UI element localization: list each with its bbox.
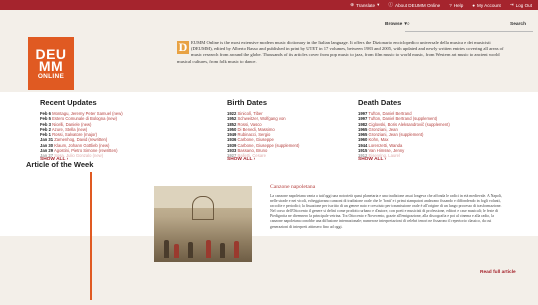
- list-item-date: Jan 31: [40, 137, 54, 143]
- list-item-date: 1965: [358, 126, 368, 132]
- chevron-down-icon: ▾: [377, 2, 380, 7]
- deumm-online-logo[interactable]: DEU MM ONLINE: [28, 37, 74, 90]
- list-item-link[interactable]: Ciglovski, Boris Aleksandrovič (suppleme…: [369, 122, 450, 127]
- list-item-date: Feb 2: [40, 126, 51, 132]
- account-link[interactable]: ● My Account: [472, 3, 501, 8]
- about-link[interactable]: ⓘ About DEUMM Online: [388, 2, 440, 8]
- list-item-date: 1952: [227, 116, 237, 122]
- article-of-week-title: Article of the Week: [26, 160, 94, 169]
- list-item-link[interactable]: Agostini, Pietro Simone (rewritten): [54, 148, 118, 153]
- list-item-date: 1997: [358, 116, 368, 122]
- birth-dates-title: Birth Dates: [227, 98, 268, 107]
- help-link[interactable]: ? Help: [449, 3, 463, 8]
- list-item-date: 1960: [358, 137, 368, 143]
- logout-icon: ⇥: [509, 2, 514, 7]
- list-item-date: Feb 3: [40, 121, 51, 127]
- list-item-date: Feb 6: [40, 111, 51, 116]
- list-item-date: 1936: [227, 137, 237, 143]
- browse-dropdown[interactable]: Browse ▾: [385, 22, 407, 27]
- search-input[interactable]: [414, 21, 504, 28]
- article-title[interactable]: Canzone napoletana: [270, 184, 315, 190]
- death-dates-title: Death Dates: [358, 98, 402, 107]
- list-item-link[interactable]: Rossi, Salvatore (major): [52, 132, 97, 137]
- list-item-date: Feb 1: [40, 132, 51, 138]
- death-dates-column: Death Dates 1997 Tufton, Daniel Bertrand…: [358, 98, 450, 159]
- list-item-link[interactable]: Sinicolí, Tiber: [238, 111, 263, 116]
- list-item-date: 1922: [227, 111, 237, 116]
- list-item-link[interactable]: Klaum, Johann Gottlieb (new): [54, 143, 109, 148]
- show-all-label: SHOW ALL: [227, 157, 253, 162]
- browse-label: Browse: [385, 22, 403, 27]
- article-accent-bar: [90, 172, 92, 300]
- logo-line-2: MM: [38, 57, 64, 74]
- list-item-date: 1997: [358, 111, 368, 116]
- recent-updates-title: Recent Updates: [40, 98, 97, 107]
- list-item-link[interactable]: Carbone, Giuseppe (supplement): [238, 143, 300, 148]
- list-item-date: 1982: [358, 121, 368, 127]
- list-item-link[interactable]: Estero Comunale di Bologna (new): [52, 116, 117, 121]
- translate-button[interactable]: ⊕ Translate ▾: [350, 2, 379, 8]
- info-icon: ⓘ: [388, 2, 394, 7]
- deaths-show-all-link[interactable]: SHOW ALL ›: [358, 157, 386, 162]
- user-icon: ●: [472, 2, 476, 8]
- list-item-date: 1944: [358, 142, 368, 148]
- logout-link[interactable]: ⇥ Log Out: [510, 2, 532, 8]
- article-illustration: [154, 186, 252, 262]
- about-label: About DEUMM Online: [395, 2, 441, 8]
- list-item-date: 1933: [227, 148, 237, 154]
- list-item-date: 1950: [227, 126, 237, 132]
- list-item-date: Jan 29: [40, 148, 54, 154]
- recent-updates-column: Recent Updates Feb 6 Montagu, Jeremy Pet…: [40, 98, 123, 159]
- list-item-date: 1852: [227, 121, 237, 127]
- list-item-link[interactable]: Tufton, Daniel Bertrand (supplement): [368, 116, 437, 121]
- list-item-link[interactable]: Montagu, Jeremy Peter Samuel (new): [52, 111, 123, 116]
- list-item-link[interactable]: Rossi, Vasco: [238, 122, 262, 127]
- list-item-date: 1939: [227, 142, 237, 148]
- top-utility-bar: ⊕ Translate ▾ ⓘ About DEUMM Online ? Help ● M…: [0, 0, 538, 10]
- list-item-link[interactable]: Tufton, Daniel Bertrand: [368, 111, 411, 116]
- list-item-link[interactable]: Schweitzer, Wolfgang von: [238, 116, 286, 121]
- intro-paragraph: D EUMM Online is the most extensive moder…: [177, 40, 507, 65]
- list-item-date: Jan 30: [40, 142, 54, 148]
- search-icon: ⌕: [407, 21, 410, 27]
- read-full-article-link[interactable]: Read full article: [480, 270, 516, 275]
- list-item-link[interactable]: Bassano, Bruno: [238, 148, 268, 153]
- globe-icon: ⊕: [350, 2, 355, 7]
- list-item-link[interactable]: Zamenhog, David (rewritten): [54, 137, 107, 142]
- help-icon: ?: [449, 2, 452, 8]
- logo-line-3: ONLINE: [37, 72, 65, 80]
- intro-text: EUMM Online is the most extensive modern…: [177, 40, 504, 64]
- article-excerpt: La canzone napoletana vanta a tutt'oggi …: [270, 194, 503, 229]
- list-item-link[interactable]: Azure, Stella (new): [52, 127, 87, 132]
- chevron-right-icon: ›: [384, 157, 387, 162]
- list-item-link[interactable]: Gronziani, Jean: [369, 127, 398, 132]
- chevron-right-icon: ›: [253, 157, 256, 162]
- list-item-link[interactable]: Rubinacci, Sergio: [238, 132, 271, 137]
- list-item-date: 1949: [227, 132, 237, 138]
- list-item-link[interactable]: Van Himsse, Jenny: [369, 148, 405, 153]
- list-item-link[interactable]: Di Benedi, Massimo: [238, 127, 275, 132]
- intro-dropcap: D: [177, 40, 189, 54]
- births-show-all-link[interactable]: SHOW ALL ›: [227, 157, 255, 162]
- list-item-link[interactable]: Carbone, Giuseppe: [238, 137, 274, 142]
- birth-dates-column: Birth Dates 1922 Sinicolí, Tiber 1952 Sch…: [227, 98, 299, 159]
- help-label: Help: [453, 2, 464, 8]
- list-item-date: Feb 5: [40, 116, 51, 122]
- search-underline: [405, 31, 533, 32]
- search-button[interactable]: Search: [510, 22, 526, 27]
- account-label: My Account: [477, 2, 501, 8]
- list-item-link[interactable]: Nicelli, Daniele (new): [52, 122, 91, 127]
- list-item-date: 1965: [358, 132, 368, 138]
- list-item-link[interactable]: Kohn, Max: [369, 137, 389, 142]
- list-item-link[interactable]: Lorenzetti, Wanda: [369, 143, 403, 148]
- logout-label: Log Out: [515, 2, 532, 8]
- show-all-label: SHOW ALL: [358, 157, 384, 162]
- list-item-date: 1915: [358, 148, 368, 154]
- list-item-link[interactable]: Gronziani, Jean (supplement): [369, 132, 424, 137]
- translate-label: Translate: [356, 2, 376, 8]
